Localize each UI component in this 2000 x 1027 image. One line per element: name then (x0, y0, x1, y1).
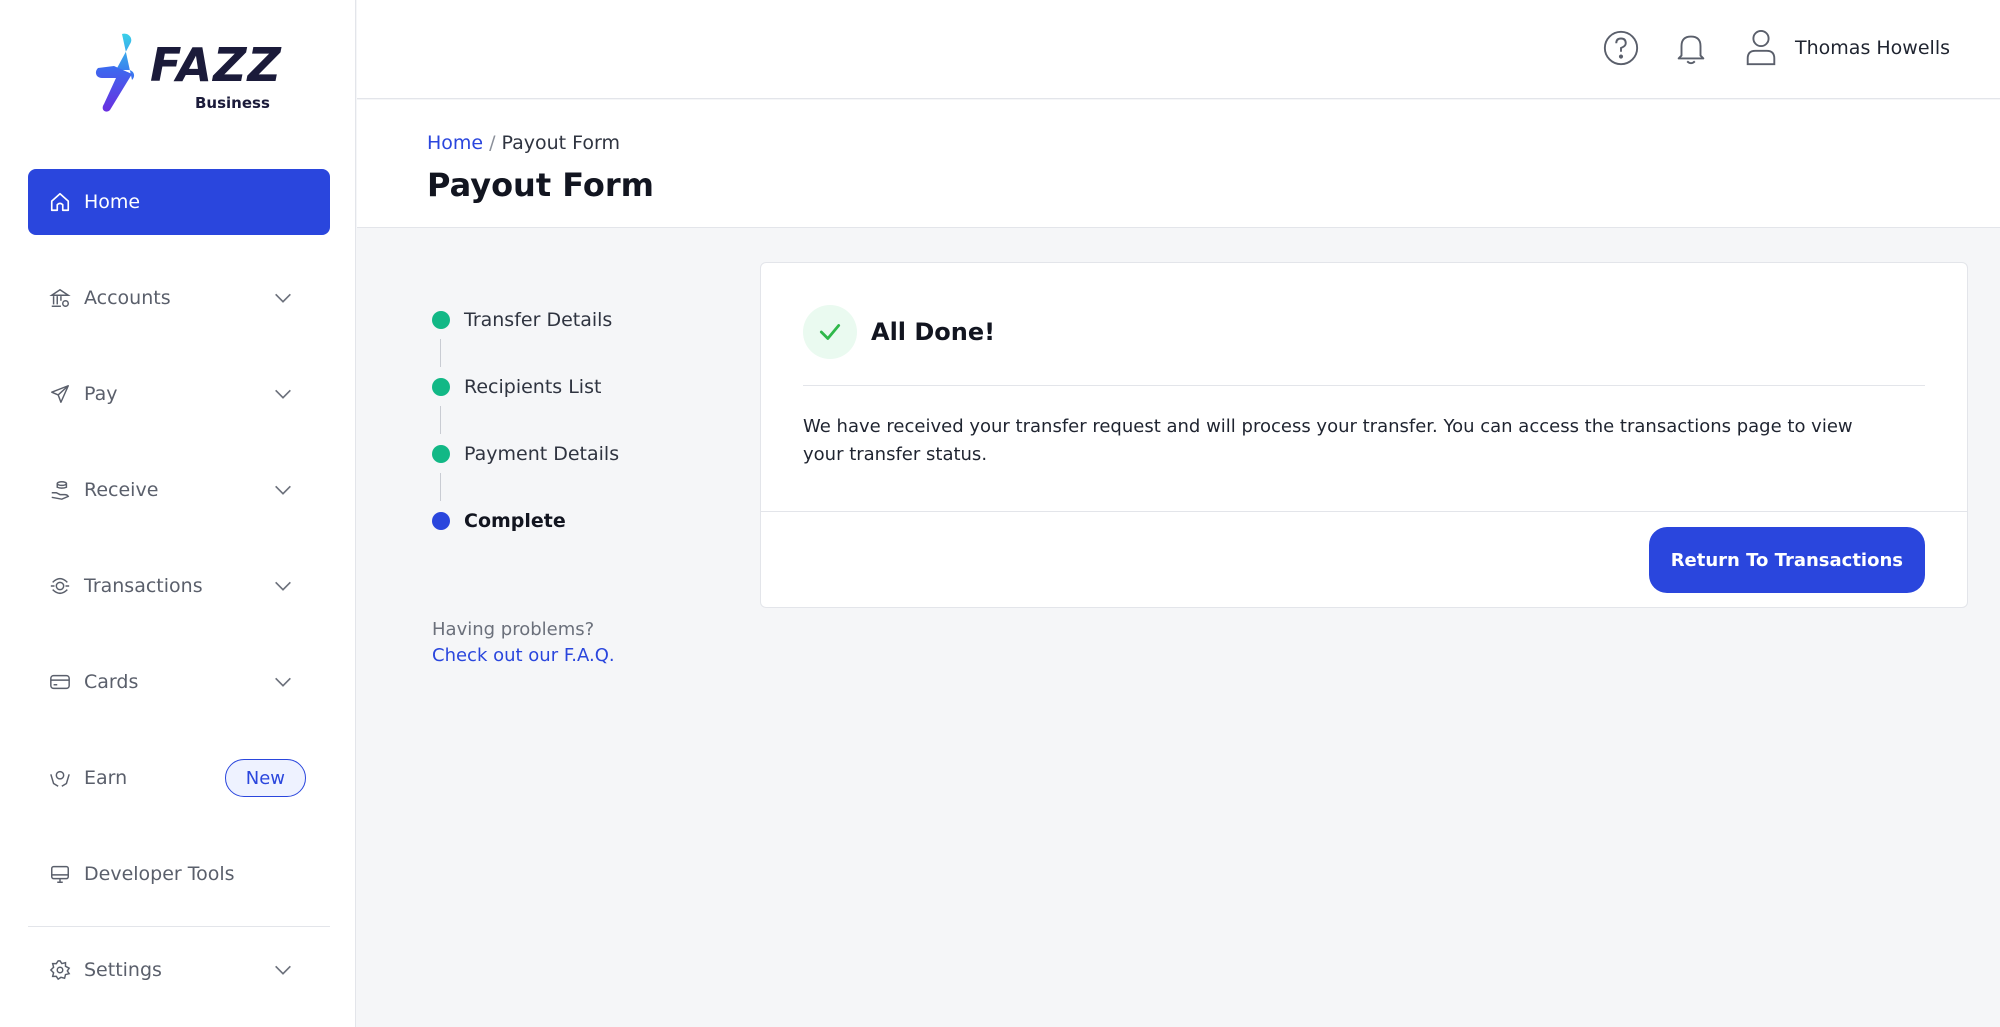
sidebar-item-label: Developer Tools (84, 863, 235, 885)
sidebar-item-home[interactable]: Home (28, 169, 330, 235)
card-divider (803, 385, 1925, 386)
breadcrumb-separator: / (489, 132, 496, 154)
bolt-logo-icon (95, 33, 135, 112)
help-question: Having problems? (432, 619, 595, 640)
chevron-down-icon[interactable] (272, 959, 294, 981)
card-footer-divider (761, 511, 1967, 512)
sidebar-item-label: Home (84, 191, 141, 213)
sidebar-item-settings[interactable]: Settings (28, 937, 330, 1003)
step-done-dot (432, 378, 450, 396)
brand-subtitle: Business (195, 94, 270, 112)
check-icon (803, 305, 857, 359)
earn-icon (48, 766, 72, 790)
transactions-icon (48, 574, 72, 598)
monitor-icon (48, 862, 72, 886)
card-icon (48, 670, 72, 694)
faq-link[interactable]: Check out our F.A.Q. (432, 643, 615, 669)
sidebar-item-label: Settings (84, 959, 162, 981)
step-done-dot (432, 445, 450, 463)
user-name[interactable]: Thomas Howells (1795, 37, 1950, 59)
card-title: All Done! (871, 318, 996, 346)
page-header: Home / Payout Form Payout Form (357, 100, 2000, 228)
breadcrumb: Home / Payout Form (427, 132, 620, 154)
send-icon (48, 382, 72, 406)
sidebar-item-label: Pay (84, 383, 118, 405)
step-label: Complete (464, 510, 566, 532)
step-complete: Complete (432, 501, 619, 568)
step-connector (440, 473, 441, 501)
step-recipients-list: Recipients List (432, 367, 619, 434)
user-icon[interactable] (1741, 28, 1781, 68)
hand-coin-icon (48, 478, 72, 502)
gear-icon (48, 958, 72, 982)
sidebar: FAZZ Business Home Accounts Pay Receive … (0, 0, 356, 1027)
sidebar-item-label: Accounts (84, 287, 171, 309)
top-bar: Thomas Howells (357, 0, 2000, 99)
progress-stepper: Transfer Details Recipients List Payment… (432, 300, 619, 568)
card-message: We have received your transfer request a… (803, 416, 1853, 465)
sidebar-item-label: Cards (84, 671, 139, 693)
step-current-dot (432, 512, 450, 530)
step-label: Transfer Details (464, 309, 613, 331)
step-payment-details: Payment Details (432, 434, 619, 501)
sidebar-item-receive[interactable]: Receive (28, 457, 330, 523)
step-connector (440, 339, 441, 367)
step-connector (440, 406, 441, 434)
chevron-down-icon[interactable] (272, 671, 294, 693)
sidebar-item-earn[interactable]: Earn New (28, 745, 330, 811)
chevron-down-icon[interactable] (272, 287, 294, 309)
breadcrumb-home-link[interactable]: Home (427, 132, 483, 154)
help-icon[interactable] (1601, 28, 1641, 68)
sidebar-nav: Home Accounts Pay Receive Transactions C… (28, 169, 330, 937)
new-badge: New (224, 759, 306, 797)
step-label: Recipients List (464, 376, 602, 398)
success-card: All Done! We have received your transfer… (760, 262, 1968, 608)
sidebar-item-pay[interactable]: Pay (28, 361, 330, 427)
step-label: Payment Details (464, 443, 620, 465)
sidebar-item-cards[interactable]: Cards (28, 649, 330, 715)
step-done-dot (432, 311, 450, 329)
sidebar-item-accounts[interactable]: Accounts (28, 265, 330, 331)
sidebar-item-label: Transactions (84, 575, 203, 597)
sidebar-item-transactions[interactable]: Transactions (28, 553, 330, 619)
return-to-transactions-button[interactable]: Return To Transactions (1648, 527, 1925, 593)
bank-icon (48, 286, 72, 310)
page-title: Payout Form (427, 166, 654, 204)
bell-icon[interactable] (1671, 28, 1711, 68)
chevron-down-icon[interactable] (272, 479, 294, 501)
sidebar-item-developer-tools[interactable]: Developer Tools (28, 841, 330, 907)
brand-logo[interactable]: FAZZ Business (94, 32, 281, 116)
brand-name: FAZZ (150, 38, 282, 92)
sidebar-divider (28, 926, 330, 927)
breadcrumb-current: Payout Form (501, 132, 621, 154)
step-transfer-details: Transfer Details (432, 300, 619, 367)
sidebar-item-label: Earn (84, 767, 128, 789)
home-icon (48, 190, 72, 214)
sidebar-item-label: Receive (84, 479, 159, 501)
chevron-down-icon[interactable] (272, 383, 294, 405)
chevron-down-icon[interactable] (272, 575, 294, 597)
help-section: Having problems? Check out our F.A.Q. (432, 617, 615, 669)
